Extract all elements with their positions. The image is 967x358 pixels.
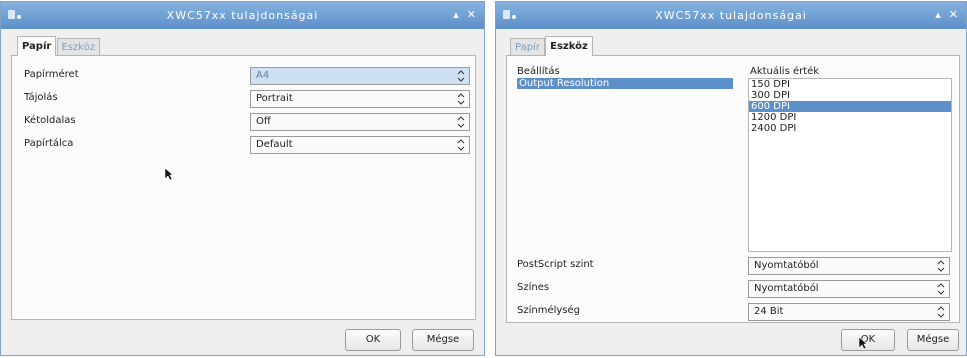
mouse-pointer-icon (858, 336, 868, 350)
postscript-level-combo[interactable]: Nyomtatóból (748, 257, 950, 275)
paper-tray-combo[interactable]: Default (250, 136, 470, 154)
orientation-value: Portrait (256, 93, 293, 104)
combo-arrows-icon (457, 93, 465, 105)
ok-button[interactable]: OK (345, 329, 401, 351)
shade-icon[interactable]: ▴ (453, 8, 459, 21)
postscript-level-value: Nyomtatóból (754, 260, 819, 271)
tab-panel: Beállítás Aktuális érték Output Resoluti… (506, 55, 960, 323)
settings-header: Beállítás (517, 66, 560, 77)
value-item-300[interactable]: 300 DPI (749, 90, 951, 101)
duplex-combo[interactable]: Off (250, 113, 470, 131)
close-icon[interactable]: ✕ (467, 8, 476, 21)
titlebar[interactable]: XWC57xx tulajdonságai ▴ ✕ (496, 2, 966, 29)
duplex-value: Off (256, 116, 271, 127)
titlebar[interactable]: XWC57xx tulajdonságai ▴ ✕ (1, 2, 484, 29)
orientation-label: Tájolás (24, 92, 58, 103)
combo-arrows-icon (457, 139, 465, 151)
dialog-device-tab: XWC57xx tulajdonságai ▴ ✕ Papír Eszköz Be… (495, 1, 967, 356)
combo-arrows-icon (937, 283, 945, 295)
combo-arrows-icon (937, 260, 945, 272)
shade-icon[interactable]: ▴ (935, 8, 941, 21)
tab-bar: Papír Eszköz (17, 36, 101, 56)
value-item-150[interactable]: 150 DPI (749, 79, 951, 90)
color-combo[interactable]: Nyomtatóból (748, 280, 950, 298)
tab-paper[interactable]: Papír (510, 38, 545, 56)
window-title: XWC57xx tulajdonságai (655, 9, 807, 22)
cancel-button[interactable]: Mégse (907, 329, 959, 351)
color-label: Színes (517, 282, 550, 293)
close-icon[interactable]: ✕ (949, 8, 958, 21)
paper-size-label: Papírméret (24, 69, 79, 80)
mouse-pointer-icon (164, 167, 174, 181)
tab-device[interactable]: Eszköz (56, 38, 101, 56)
duplex-label: Kétoldalas (24, 115, 76, 126)
dialog-paper-tab: XWC57xx tulajdonságai ▴ ✕ Papír Eszköz Pa… (0, 1, 485, 356)
cancel-button[interactable]: Mégse (412, 329, 474, 351)
tab-panel: Papírméret A4 Tájolás Portrait Kétoldala… (11, 55, 476, 320)
color-value: Nyomtatóból (754, 283, 819, 294)
orientation-combo[interactable]: Portrait (250, 90, 470, 108)
value-list[interactable]: 150 DPI 300 DPI 600 DPI 1200 DPI 2400 DP… (748, 78, 952, 252)
tab-paper[interactable]: Papír (17, 36, 57, 56)
combo-arrows-icon (457, 116, 465, 128)
color-depth-value: 24 Bit (754, 306, 784, 317)
value-item-2400[interactable]: 2400 DPI (749, 123, 951, 134)
color-depth-combo[interactable]: 24 Bit (748, 303, 950, 321)
combo-arrows-icon (937, 306, 945, 318)
paper-tray-label: Papírtálca (24, 138, 74, 149)
tab-device[interactable]: Eszköz (545, 36, 593, 56)
settings-list[interactable]: Output Resolution (517, 78, 733, 250)
postscript-level-label: PostScript szint (517, 259, 594, 270)
color-depth-label: Színmélység (517, 305, 581, 316)
tab-bar: Papír Eszköz (510, 36, 593, 56)
value-item-600[interactable]: 600 DPI (749, 101, 951, 112)
value-item-1200[interactable]: 1200 DPI (749, 112, 951, 123)
window-title: XWC57xx tulajdonságai (166, 9, 319, 22)
setting-item-output-resolution[interactable]: Output Resolution (517, 78, 733, 89)
paper-size-combo[interactable]: A4 (250, 67, 470, 85)
paper-size-value: A4 (256, 70, 270, 81)
paper-tray-value: Default (256, 139, 293, 150)
ok-button[interactable]: OK (841, 329, 895, 351)
combo-arrows-icon (457, 70, 465, 82)
value-header: Aktuális érték (750, 66, 820, 77)
